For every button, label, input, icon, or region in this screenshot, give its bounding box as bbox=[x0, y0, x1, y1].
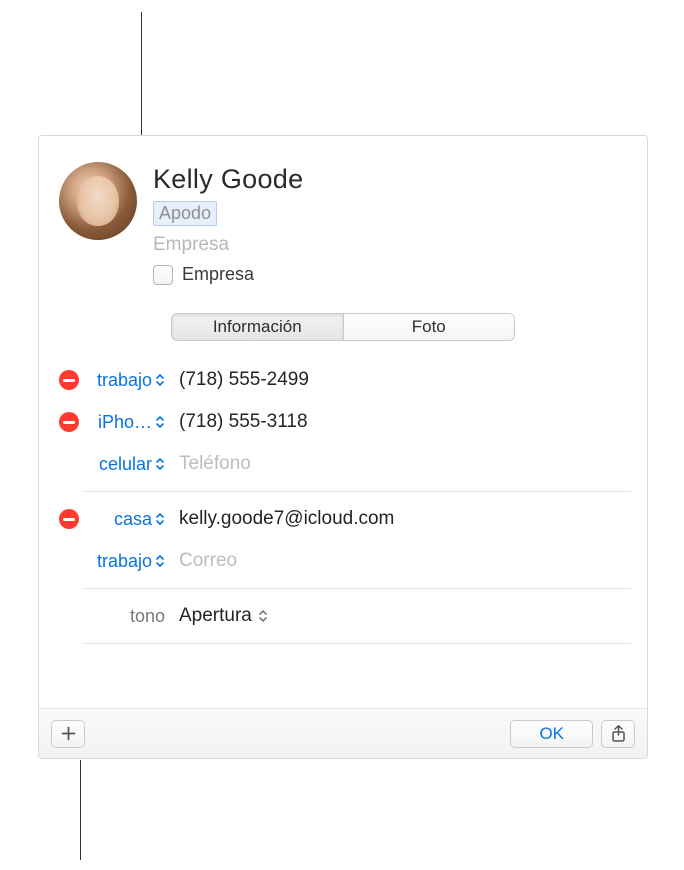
tab-photo[interactable]: Foto bbox=[343, 314, 515, 340]
chevron-updown-icon bbox=[155, 373, 165, 387]
phone-row: trabajo (718) 555-2499 bbox=[55, 359, 631, 401]
email-row: trabajo Correo bbox=[55, 540, 631, 582]
avatar[interactable] bbox=[59, 162, 137, 240]
phone-row: celular Teléfono bbox=[55, 443, 631, 485]
nickname-field[interactable]: Apodo bbox=[153, 201, 217, 226]
plus-icon bbox=[61, 726, 76, 741]
field-label: iPho… bbox=[98, 412, 152, 433]
field-label-static: tono bbox=[83, 606, 169, 627]
phone-row: iPho… (718) 555-3118 bbox=[55, 401, 631, 443]
remove-button[interactable] bbox=[59, 412, 79, 432]
field-label-picker[interactable]: casa bbox=[83, 509, 169, 530]
name-block: Kelly Goode Apodo Empresa Empresa bbox=[153, 162, 627, 285]
callout-line-bottom bbox=[80, 760, 81, 860]
fields-list: trabajo (718) 555-2499 iPho… (718) 555-3… bbox=[39, 359, 647, 708]
field-label-picker[interactable]: trabajo bbox=[83, 370, 169, 391]
company-checkbox-row: Empresa bbox=[153, 264, 627, 285]
ringtone-picker[interactable]: Apertura bbox=[169, 605, 631, 627]
section-divider bbox=[83, 643, 631, 644]
field-label: casa bbox=[114, 509, 152, 530]
ringtone-value: Apertura bbox=[179, 605, 252, 627]
remove-button[interactable] bbox=[59, 370, 79, 390]
company-field[interactable]: Empresa bbox=[153, 234, 627, 256]
field-label: trabajo bbox=[97, 370, 152, 391]
tab-row: Información Foto bbox=[39, 297, 647, 359]
chevron-updown-icon bbox=[155, 554, 165, 568]
remove-button[interactable] bbox=[59, 509, 79, 529]
minus-icon bbox=[63, 518, 75, 521]
section-divider bbox=[83, 491, 631, 492]
section-divider bbox=[83, 588, 631, 589]
chevron-updown-icon bbox=[258, 609, 268, 623]
company-checkbox[interactable] bbox=[153, 265, 173, 285]
field-label-picker[interactable]: iPho… bbox=[83, 412, 169, 433]
field-value[interactable]: (718) 555-2499 bbox=[169, 369, 631, 391]
panel-footer: OK bbox=[39, 708, 647, 758]
chevron-updown-icon bbox=[155, 415, 165, 429]
chevron-updown-icon bbox=[155, 457, 165, 471]
tab-info[interactable]: Información bbox=[172, 314, 343, 340]
minus-icon bbox=[63, 421, 75, 424]
field-value-placeholder[interactable]: Correo bbox=[169, 550, 631, 572]
field-value[interactable]: kelly.goode7@icloud.com bbox=[169, 508, 631, 530]
email-row: casa kelly.goode7@icloud.com bbox=[55, 498, 631, 540]
field-value-placeholder[interactable]: Teléfono bbox=[169, 453, 631, 475]
ringtone-row: tono Apertura bbox=[55, 595, 631, 637]
add-field-button[interactable] bbox=[51, 720, 85, 748]
minus-icon bbox=[63, 379, 75, 382]
field-label-picker[interactable]: celular bbox=[83, 454, 169, 475]
field-label-picker[interactable]: trabajo bbox=[83, 551, 169, 572]
ok-button[interactable]: OK bbox=[510, 720, 593, 748]
chevron-updown-icon bbox=[155, 512, 165, 526]
share-icon bbox=[611, 725, 626, 742]
field-value[interactable]: (718) 555-3118 bbox=[169, 411, 631, 433]
contact-name[interactable]: Kelly Goode bbox=[153, 164, 627, 195]
share-button[interactable] bbox=[601, 720, 635, 748]
contact-edit-panel: Kelly Goode Apodo Empresa Empresa Inform… bbox=[38, 135, 648, 759]
field-label: trabajo bbox=[97, 551, 152, 572]
company-checkbox-label: Empresa bbox=[182, 264, 254, 285]
callout-line-top bbox=[141, 12, 142, 135]
field-label: celular bbox=[99, 454, 152, 475]
contact-header: Kelly Goode Apodo Empresa Empresa bbox=[39, 136, 647, 297]
segmented-control: Información Foto bbox=[171, 313, 515, 341]
truncated-row bbox=[55, 650, 631, 664]
field-label: tono bbox=[130, 606, 165, 627]
